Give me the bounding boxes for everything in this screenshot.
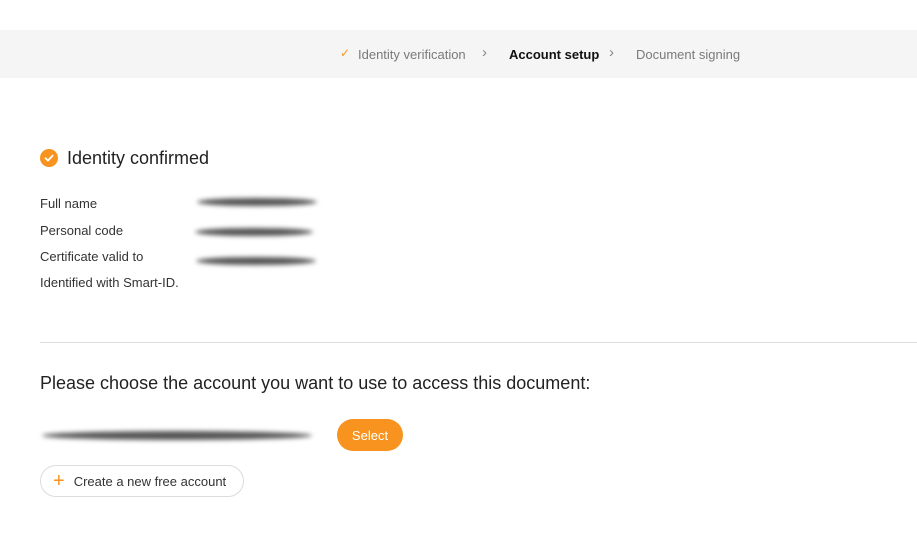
- plus-icon: +: [53, 470, 65, 492]
- progress-stepper: ✓ Identity verification › Account setup …: [0, 30, 917, 78]
- identity-confirmed-header: Identity confirmed: [40, 147, 209, 169]
- chevron-right-icon: ›: [482, 44, 487, 61]
- identity-confirmed-title: Identity confirmed: [67, 147, 210, 168]
- check-icon: ✓: [340, 46, 351, 60]
- select-account-button[interactable]: Select: [337, 419, 403, 451]
- create-account-button[interactable]: + Create a new free account: [40, 465, 244, 497]
- page: ✓ Identity verification › Account setup …: [0, 0, 917, 533]
- account-name-redacted: [42, 431, 312, 440]
- create-account-label: Create a new free account: [73, 473, 227, 489]
- choose-account-prompt: Please choose the account you want to us…: [40, 373, 591, 393]
- step-identity-verification: Identity verification: [358, 47, 466, 62]
- chevron-right-icon: ›: [609, 44, 614, 61]
- step-account-setup: Account setup: [509, 47, 600, 62]
- certificate-valid-value-redacted: [196, 257, 316, 265]
- check-circle-icon: [40, 149, 58, 167]
- smart-id-note: Identified with Smart-ID.: [40, 275, 179, 290]
- certificate-valid-label: Certificate valid to: [40, 249, 144, 264]
- step-document-signing: Document signing: [636, 47, 741, 62]
- full-name-label: Full name: [40, 196, 98, 211]
- personal-code-value-redacted: [195, 228, 313, 236]
- full-name-value-redacted: [197, 198, 317, 206]
- section-divider: [40, 342, 917, 343]
- personal-code-label: Personal code: [40, 223, 124, 238]
